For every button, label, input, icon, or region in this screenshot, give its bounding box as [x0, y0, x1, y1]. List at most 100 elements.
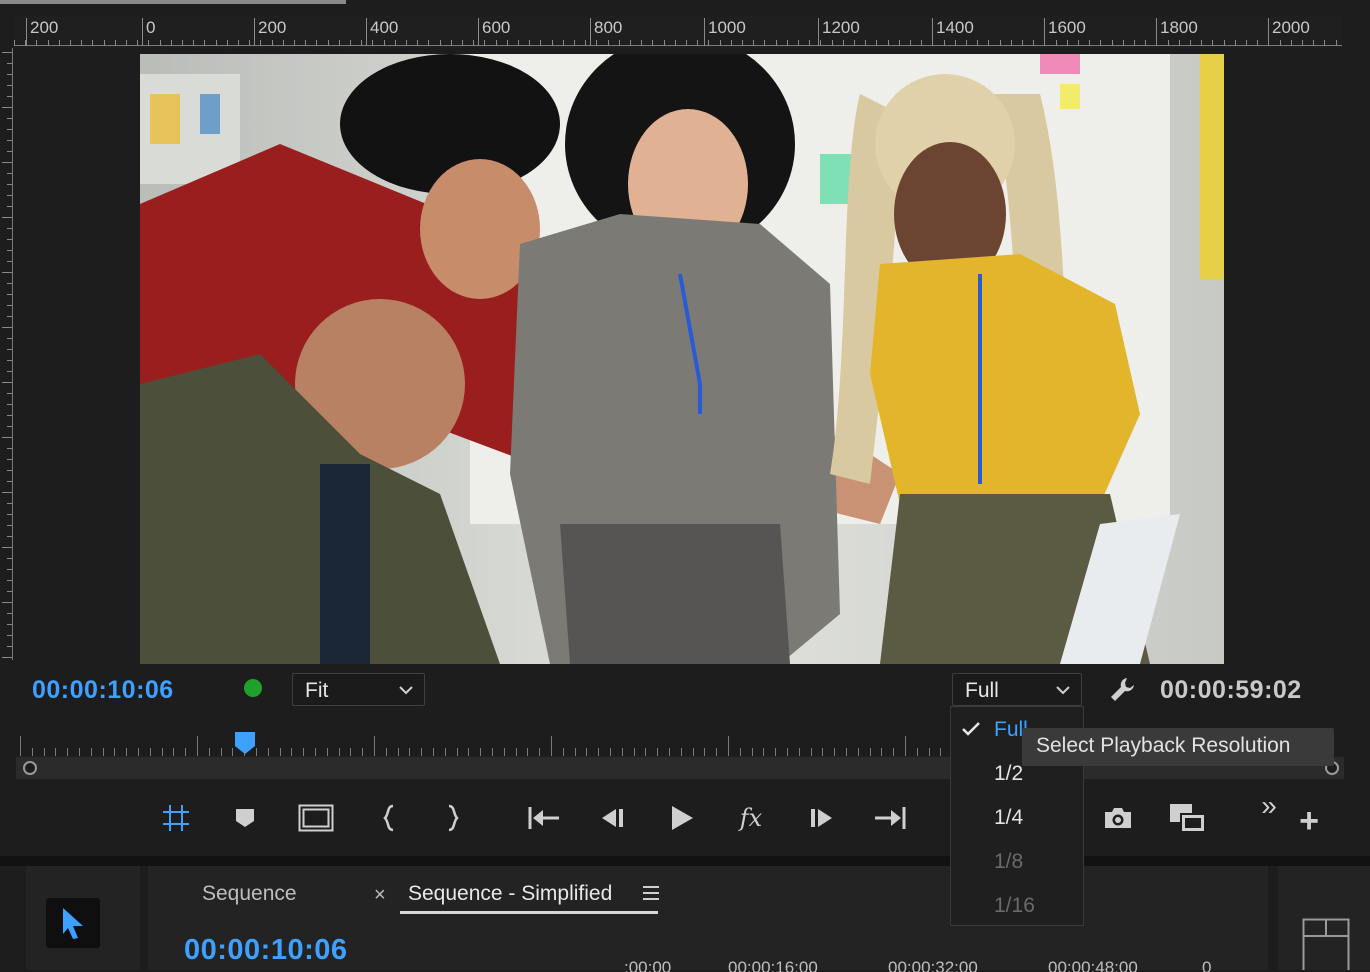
scrubber-tick: [114, 748, 115, 756]
scrubber-tick: [645, 748, 646, 756]
vertical-ruler-tick: [7, 96, 12, 97]
vertical-ruler-tick: [7, 591, 12, 592]
timeline-timecode[interactable]: 00:00:10:06: [184, 934, 348, 967]
step-forward-button[interactable]: [804, 800, 840, 836]
add-marker-icon: [236, 809, 254, 827]
scrubber-tick: [681, 748, 682, 756]
right-panel: [1278, 866, 1370, 970]
panel-top-strip: [0, 0, 346, 4]
go-to-in-button[interactable]: [524, 800, 564, 836]
menu-item-half[interactable]: 1/2: [994, 762, 1023, 786]
ruler-tick: [428, 40, 429, 46]
ruler-tick: [193, 40, 194, 46]
more-controls-button[interactable]: »: [1254, 790, 1284, 822]
tools-panel: [26, 866, 140, 970]
tab-sequence-simplified[interactable]: Sequence - Simplified: [408, 882, 612, 906]
ruler-tick: [1011, 40, 1012, 46]
safe-frame-button[interactable]: [296, 800, 336, 836]
scrubber-tick: [468, 748, 469, 756]
program-monitor-video[interactable]: [140, 54, 1224, 664]
scrubber-tick: [846, 748, 847, 756]
step-back-button[interactable]: [594, 800, 630, 836]
scrubber-tick: [610, 748, 611, 756]
ruler-label: 1600: [1048, 18, 1086, 37]
ruler-tick: [507, 40, 508, 46]
panel-divider[interactable]: [0, 856, 1370, 866]
tab-sequence[interactable]: Sequence: [202, 882, 297, 906]
scrubber-tick: [634, 748, 635, 756]
ruler-tick: [115, 40, 116, 46]
scrubber-tick: [409, 748, 410, 756]
scrubber-tick: [433, 748, 434, 756]
close-tab-icon[interactable]: ×: [374, 884, 386, 907]
vertical-ruler-tick: [7, 426, 12, 427]
mark-in-icon: [383, 804, 394, 832]
scrubber-tick: [44, 748, 45, 756]
safe-frame-icon: [298, 804, 334, 832]
ruler-tick: [731, 40, 732, 46]
ruler-tick: [328, 40, 329, 46]
step-forward-icon: [811, 809, 832, 827]
vertical-ruler-tick: [7, 316, 12, 317]
go-to-out-button[interactable]: [870, 800, 910, 836]
zoom-level-dropdown[interactable]: Fit: [292, 673, 425, 706]
scrubber-tick: [303, 748, 304, 756]
ruler-tick: [686, 40, 687, 46]
ruler-tick: [238, 40, 239, 46]
scrubber-tick: [67, 748, 68, 756]
vertical-ruler-tick: [7, 624, 12, 625]
ruler-label: 200: [258, 18, 287, 37]
play-button[interactable]: [664, 800, 700, 836]
scrubber-tick: [221, 748, 222, 756]
ruler-tick: [899, 40, 900, 46]
scrubber-tick: [740, 748, 741, 756]
safe-margins-button[interactable]: [158, 800, 194, 836]
fx-button[interactable]: fx: [732, 800, 770, 836]
vertical-ruler-tick: [7, 239, 12, 240]
current-timecode[interactable]: 00:00:10:06: [32, 676, 174, 705]
tooltip: Select Playback Resolution: [1022, 728, 1334, 766]
vertical-ruler-tick: [7, 646, 12, 647]
chevron-down-icon: [1056, 686, 1070, 695]
zoom-bar-left-handle[interactable]: [23, 761, 37, 775]
vertical-ruler-tick: [7, 85, 12, 86]
playback-resolution-dropdown[interactable]: Full: [952, 673, 1082, 706]
export-frame-button[interactable]: [1100, 800, 1136, 836]
checkmark-icon: [962, 722, 980, 736]
ruler-tick: [697, 40, 698, 46]
vertical-ruler-tick: [7, 558, 12, 559]
menu-item-quarter[interactable]: 1/4: [994, 806, 1023, 830]
vertical-ruler-tick: [7, 393, 12, 394]
ruler-tick: [966, 40, 967, 46]
ruler-label: 1000: [708, 18, 746, 37]
scrubber-tick: [775, 748, 776, 756]
ruler-tick: [708, 40, 709, 46]
scrubber-tick: [669, 748, 670, 756]
ruler-tick: [988, 40, 989, 46]
selection-tool-button[interactable]: [46, 898, 100, 948]
scrubber-tick: [103, 748, 104, 756]
scrubber-tick: [822, 748, 823, 756]
mark-in-button[interactable]: [374, 800, 404, 836]
ruler-tick: [720, 40, 721, 46]
mark-out-button[interactable]: [438, 800, 468, 836]
vertical-ruler-tick: [7, 525, 12, 526]
tab-menu-button[interactable]: [642, 885, 660, 906]
hamburger-menu-icon: [643, 886, 659, 900]
button-editor-button[interactable]: +: [1294, 802, 1324, 840]
ruler-tick: [1145, 40, 1146, 46]
vertical-ruler-tick: [7, 283, 12, 284]
ruler-tick: [395, 40, 396, 46]
settings-wrench-button[interactable]: [1104, 674, 1140, 706]
compare-view-button[interactable]: [1164, 800, 1210, 836]
vertical-ruler-tick: [7, 481, 12, 482]
vertical-ruler-tick: [2, 602, 12, 603]
scrubber-tick: [893, 748, 894, 756]
scrubber-tick: [20, 736, 21, 756]
ruler-major-tick: [590, 18, 591, 46]
scrubber-tick: [386, 748, 387, 756]
vertical-ruler-tick: [2, 52, 12, 53]
scrubber-tick: [327, 748, 328, 756]
add-marker-button[interactable]: [228, 800, 262, 836]
vertical-ruler-tick: [7, 151, 12, 152]
